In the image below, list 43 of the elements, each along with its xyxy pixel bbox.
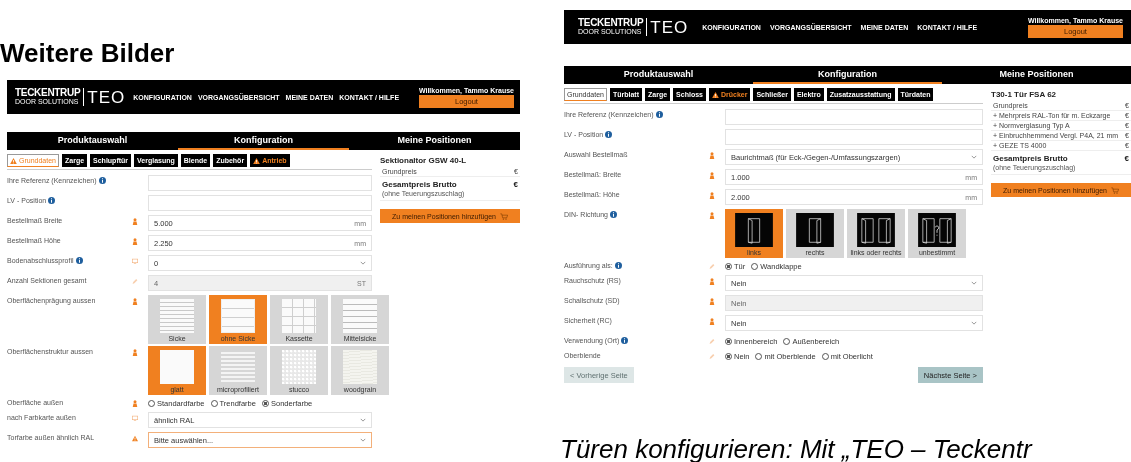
step-tab[interactable]: Konfiguration [753, 66, 942, 84]
door-drawing [917, 213, 957, 247]
text-field[interactable] [725, 109, 983, 125]
total-label: Gesamtpreis Brutto [993, 154, 1068, 163]
step-tab[interactable]: Meine Positionen [349, 132, 520, 150]
cart-icon [499, 212, 508, 220]
product-name: TEO [87, 88, 126, 106]
chevron-down-icon [360, 261, 366, 265]
chevron-down-icon [360, 418, 366, 422]
product-title: Sektionaltor GSW 40-L [380, 156, 468, 165]
panel-swatch [221, 299, 255, 333]
warning-icon [10, 157, 17, 164]
product-title: T30-1 Tür FSA 62 [991, 90, 1058, 99]
chevron-down-icon [971, 155, 977, 159]
warning-icon [253, 157, 261, 164]
total-value: € [1124, 154, 1129, 163]
logo-wordmark: TECKENTRUP [578, 18, 644, 29]
door-drawing [856, 213, 896, 247]
step-tab[interactable]: Meine Positionen [942, 66, 1131, 84]
panel-swatch [343, 299, 377, 333]
cart-icon [1110, 186, 1119, 194]
panel-swatch [343, 350, 377, 384]
panel-swatch [282, 350, 316, 384]
door-drawing [734, 213, 774, 247]
logo-wordmark: TECKENTRUP [15, 88, 81, 99]
product-name: TEO [650, 18, 689, 36]
door-drawing [795, 213, 835, 247]
total-value: € [513, 180, 518, 189]
text-field[interactable] [148, 195, 372, 211]
step-tab[interactable]: Produktauswahl [7, 132, 178, 150]
chevron-down-icon [971, 281, 977, 285]
step-tab[interactable]: Produktauswahl [564, 66, 753, 84]
text-field[interactable] [148, 175, 372, 191]
panel-swatch [160, 350, 194, 384]
panel-swatch [282, 299, 316, 333]
chevron-down-icon [971, 321, 977, 325]
total-label: Gesamtpreis Brutto [382, 180, 457, 189]
panel-swatch [160, 299, 194, 333]
warning-icon [711, 91, 719, 98]
step-tab[interactable]: Konfiguration [178, 132, 349, 150]
section-heading: Weitere Bilder [0, 37, 176, 70]
chevron-down-icon [360, 438, 366, 442]
text-field[interactable] [725, 129, 983, 145]
